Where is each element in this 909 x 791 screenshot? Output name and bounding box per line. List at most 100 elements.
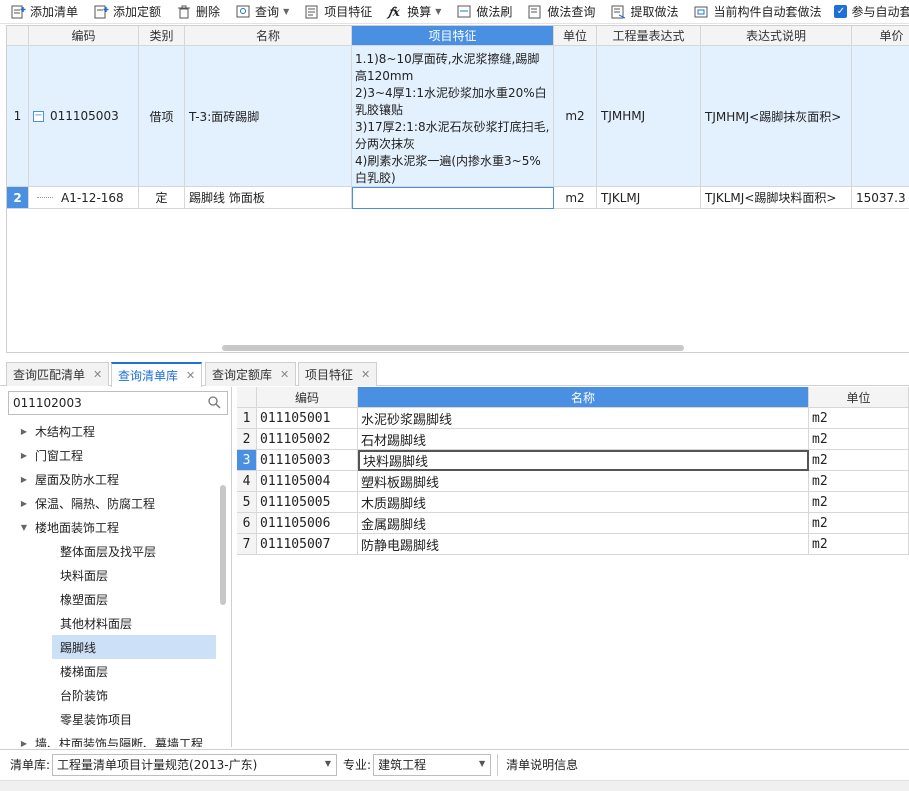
item-feature-button[interactable]: 项目特征	[294, 1, 377, 23]
tree-item[interactable]: ▶ 墙、柱面装饰与隔断、幕墙工程	[18, 731, 203, 748]
tree-item[interactable]: ▼ 楼地面装饰工程	[18, 515, 119, 539]
cell-unit[interactable]: m2	[554, 46, 597, 187]
cell-code[interactable]: 011105007	[257, 534, 358, 555]
table-row[interactable]: 4 011105004 塑料板踢脚线 m2	[237, 471, 909, 492]
tree-item[interactable]: 台阶装饰	[52, 683, 108, 707]
horizontal-scrollbar[interactable]	[222, 345, 684, 351]
cell-code[interactable]: 011105006	[257, 513, 358, 534]
cell-code[interactable]: − 011105003	[29, 46, 139, 187]
convert-button[interactable]: 𝑓x 换算 ▼	[377, 1, 446, 23]
close-icon[interactable]: ✕	[361, 368, 370, 381]
tree-item[interactable]: 零星装饰项目	[52, 707, 132, 731]
tab-match-bill[interactable]: 查询匹配清单 ✕	[6, 362, 110, 386]
query-button[interactable]: 查询 ▼	[225, 1, 294, 23]
collapse-icon[interactable]: −	[33, 110, 44, 122]
tree-item[interactable]: 块料面层	[52, 563, 108, 587]
tab-item-feature[interactable]: 项目特征 ✕	[298, 362, 378, 386]
tree-item[interactable]: ▶ 木结构工程	[18, 419, 95, 443]
chevron-down-icon[interactable]: ▼	[18, 523, 30, 532]
cell-code[interactable]: A1-12-168	[29, 187, 139, 209]
table-row[interactable]: 1 − 011105003 借项 T-3:面砖踢脚 1.1)8~10厚面砖,水泥…	[7, 46, 909, 187]
table-row[interactable]: 5 011105005 木质踢脚线 m2	[237, 492, 909, 513]
participate-auto-checkbox[interactable]: ✓ 参与自动套	[826, 3, 909, 20]
tree-item[interactable]: ▶ 门窗工程	[18, 443, 83, 467]
method-brush-button[interactable]: 做法刷	[446, 1, 517, 23]
add-quota-button[interactable]: 添加定额	[83, 1, 166, 23]
cell-name[interactable]: 石材踢脚线	[358, 429, 809, 450]
tree-item[interactable]: 踢脚线	[52, 635, 216, 659]
chevron-right-icon[interactable]: ▶	[18, 475, 30, 484]
header-name[interactable]: 名称	[185, 26, 352, 46]
header-code[interactable]: 编码	[257, 387, 358, 408]
header-name[interactable]: 名称	[358, 387, 809, 408]
cell-price[interactable]	[852, 46, 909, 187]
cell-name[interactable]: 木质踢脚线	[358, 492, 809, 513]
cell-code[interactable]: 011105001	[257, 408, 358, 429]
cell-unit[interactable]: m2	[809, 471, 909, 492]
cell-unit[interactable]: m2	[809, 408, 909, 429]
header-unit[interactable]: 单位	[554, 26, 597, 46]
table-row[interactable]: 1 011105001 水泥砂浆踢脚线 m2	[237, 408, 909, 429]
cell-unit[interactable]: m2	[809, 534, 909, 555]
header-unit[interactable]: 单位	[809, 387, 909, 408]
cell-name[interactable]: 塑料板踢脚线	[358, 471, 809, 492]
header-feature[interactable]: 项目特征	[352, 26, 554, 46]
cell-type[interactable]: 借项	[139, 46, 185, 187]
chevron-right-icon[interactable]: ▶	[18, 499, 30, 508]
cell-feature[interactable]: 1.1)8~10厚面砖,水泥浆擦缝,踢脚高120mm 2)3~4厚1:1水泥砂浆加…	[352, 46, 554, 187]
cell-expr-desc[interactable]: TJMHMJ<踢脚抹灰面积>	[701, 46, 852, 187]
close-icon[interactable]: ✕	[186, 369, 195, 382]
tree-item[interactable]: 其他材料面层	[52, 611, 132, 635]
table-row[interactable]: 6 011105006 金属踢脚线 m2	[237, 513, 909, 534]
tree-item[interactable]: 整体面层及找平层	[52, 539, 156, 563]
cell-unit[interactable]: m2	[809, 429, 909, 450]
chevron-right-icon[interactable]: ▶	[18, 451, 30, 460]
header-type[interactable]: 类别	[139, 26, 185, 46]
delete-button[interactable]: 删除	[166, 1, 225, 23]
cell-expr[interactable]: TJMHMJ	[597, 46, 701, 187]
cell-name[interactable]: 踢脚线 饰面板	[185, 187, 352, 209]
table-row[interactable]: 3 011105003 块料踢脚线 m2	[237, 450, 909, 471]
cell-price[interactable]: 15037.3	[852, 187, 909, 209]
table-row[interactable]: 2 011105002 石材踢脚线 m2	[237, 429, 909, 450]
method-query-button[interactable]: 做法查询	[517, 1, 600, 23]
cell-code[interactable]: 011105003	[257, 450, 358, 471]
tab-query-bill-library[interactable]: 查询清单库 ✕	[111, 362, 203, 387]
close-icon[interactable]: ✕	[93, 368, 102, 381]
bill-library-select[interactable]: 工程量清单项目计量规范(2013-广东) ▼	[52, 753, 338, 776]
cell-name[interactable]: 金属踢脚线	[358, 513, 809, 534]
cell-name[interactable]: T-3:面砖踢脚	[185, 46, 352, 187]
cell-name[interactable]: 防静电踢脚线	[358, 534, 809, 555]
table-row[interactable]: 2 A1-12-168 定 踢脚线 饰面板 m2 TJKLMJ TJKLMJ<踢…	[7, 187, 909, 209]
header-price[interactable]: 单价	[852, 26, 909, 46]
cell-unit[interactable]: m2	[809, 492, 909, 513]
cell-name[interactable]: 水泥砂浆踢脚线	[358, 408, 809, 429]
search-icon[interactable]	[208, 396, 221, 412]
cell-code[interactable]: 011105004	[257, 471, 358, 492]
bill-description-label[interactable]: 清单说明信息	[497, 753, 578, 776]
tree-item[interactable]: ▶ 屋面及防水工程	[18, 467, 119, 491]
search-input[interactable]: 011102003	[8, 391, 228, 415]
close-icon[interactable]: ✕	[280, 368, 289, 381]
cell-unit[interactable]: m2	[554, 187, 597, 209]
tree-item[interactable]: ▶ 保温、隔热、防腐工程	[18, 491, 155, 515]
cell-code[interactable]: 011105002	[257, 429, 358, 450]
header-expr-desc[interactable]: 表达式说明	[701, 26, 852, 46]
cell-unit[interactable]: m2	[809, 450, 909, 471]
cell-unit[interactable]: m2	[809, 513, 909, 534]
extract-method-button[interactable]: 提取做法	[600, 1, 683, 23]
major-select[interactable]: 建筑工程 ▼	[373, 753, 492, 776]
auto-apply-button[interactable]: 当前构件自动套做法	[683, 1, 826, 23]
cell-expr-desc[interactable]: TJKLMJ<踢脚块料面积>	[701, 187, 852, 209]
tab-query-quota-library[interactable]: 查询定额库 ✕	[205, 362, 297, 386]
cell-type[interactable]: 定	[139, 187, 185, 209]
tree-item[interactable]: 橡塑面层	[52, 587, 108, 611]
chevron-right-icon[interactable]: ▶	[18, 739, 30, 748]
table-row[interactable]: 7 011105007 防静电踢脚线 m2	[237, 534, 909, 555]
chevron-right-icon[interactable]: ▶	[18, 427, 30, 436]
cell-code[interactable]: 011105005	[257, 492, 358, 513]
cell-feature-editor[interactable]	[352, 187, 554, 209]
header-expr[interactable]: 工程量表达式	[597, 26, 701, 46]
add-bill-button[interactable]: 添加清单	[0, 1, 83, 23]
cell-name[interactable]: 块料踢脚线	[358, 450, 809, 471]
